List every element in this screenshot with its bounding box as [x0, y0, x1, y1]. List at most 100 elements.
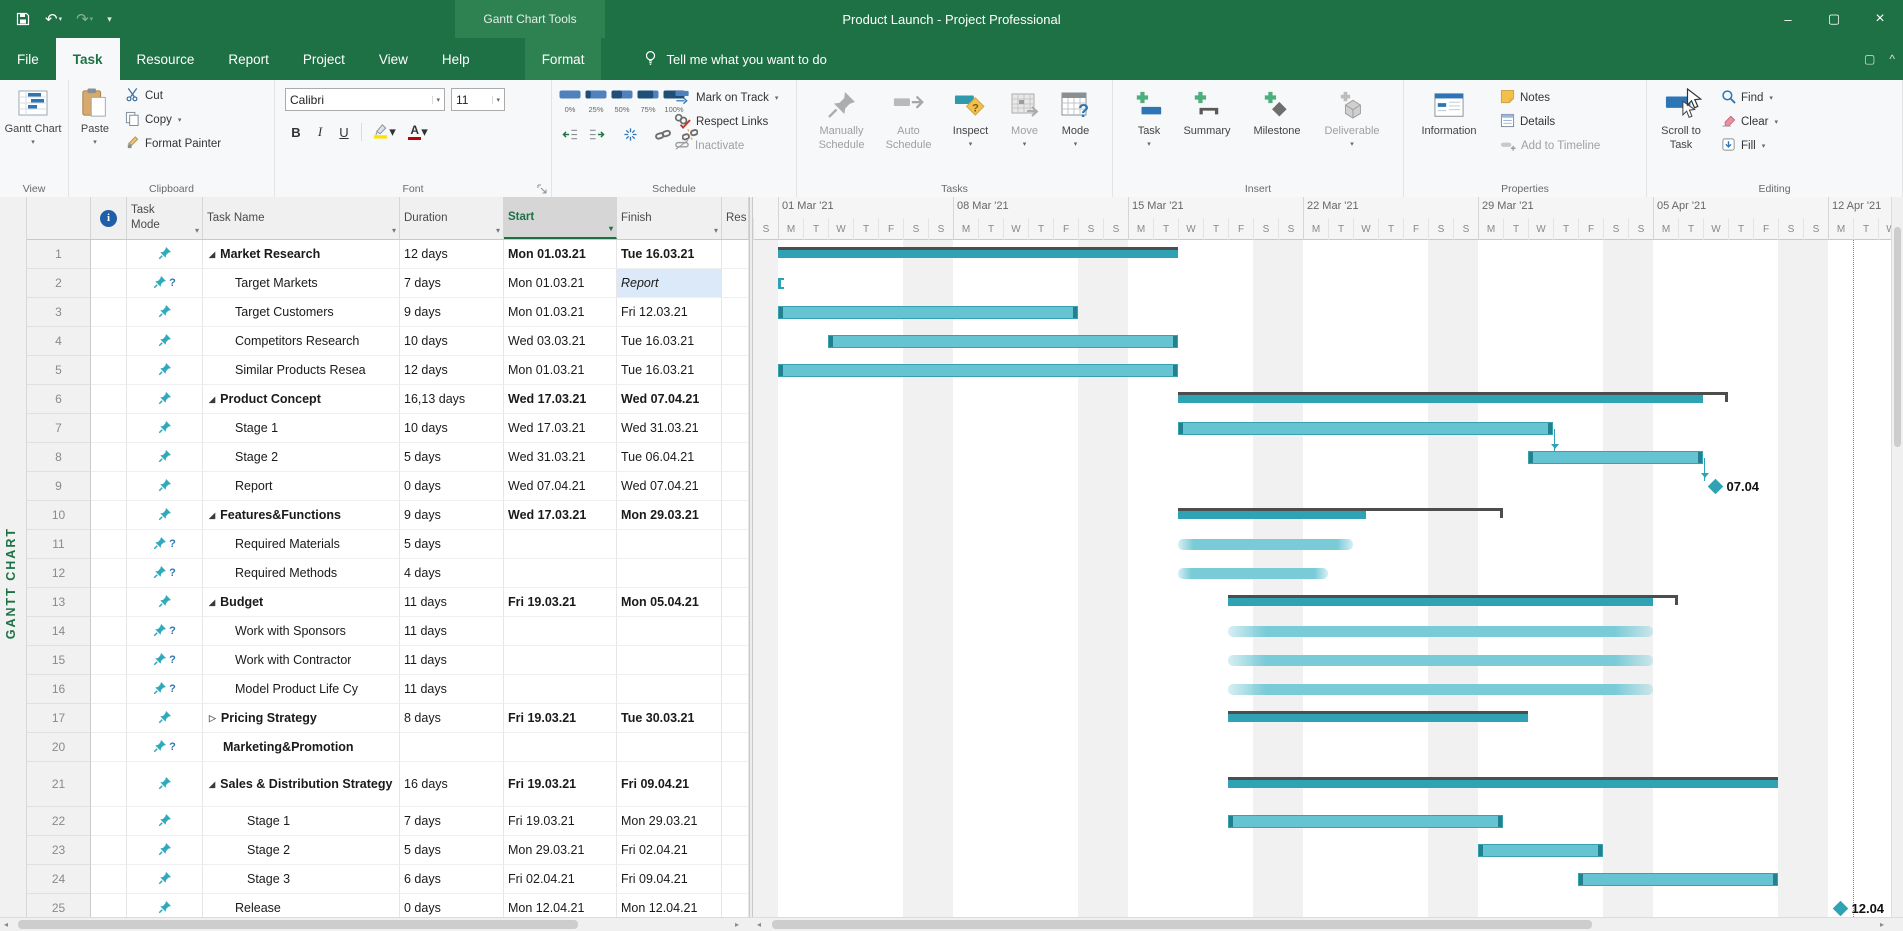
task-row-1[interactable]: 1◢Market Research12 daysMon 01.03.21Tue …: [27, 240, 749, 269]
scrollbar-thumb[interactable]: [772, 920, 1592, 929]
tell-me-box[interactable]: Tell me what you want to do: [643, 38, 826, 80]
tab-project[interactable]: Project: [286, 38, 362, 80]
day-header-cell[interactable]: F: [1053, 218, 1078, 240]
day-header-cell[interactable]: T: [1678, 218, 1703, 240]
cell-num[interactable]: 17: [27, 704, 91, 733]
ribbon-display-icon[interactable]: ▢: [1864, 52, 1875, 66]
cell-start[interactable]: Fri 19.03.21: [504, 762, 617, 807]
scroll-arrow-icon[interactable]: ▸: [735, 918, 739, 931]
cell-finish[interactable]: Mon 05.04.21: [617, 588, 722, 617]
tab-view[interactable]: View: [362, 38, 425, 80]
cell-mode[interactable]: [127, 865, 203, 894]
gantt-milestone-25[interactable]: [1833, 901, 1849, 917]
tab-help[interactable]: Help: [425, 38, 487, 80]
cell-finish[interactable]: [617, 675, 722, 704]
cell-info[interactable]: [91, 472, 127, 501]
cell-duration[interactable]: 16,13 days: [400, 385, 504, 414]
mode-button[interactable]: ?Mode▾: [1051, 84, 1101, 153]
cell-name[interactable]: Stage 2: [203, 443, 400, 472]
timeline-header[interactable]: SMTWTFSSMTWTFSSMTWTFSSMTWTFSSMTWTFSSMTWT…: [753, 197, 1903, 240]
gantt-bar-task-23[interactable]: [1478, 844, 1603, 857]
cell-mode[interactable]: [127, 240, 203, 269]
progress-0-button[interactable]: 0%: [558, 86, 582, 114]
cell-num[interactable]: 8: [27, 443, 91, 472]
column-header-finish[interactable]: Finish▾: [617, 197, 722, 239]
cell-name[interactable]: Target Customers: [203, 298, 400, 327]
cell-duration[interactable]: 0 days: [400, 472, 504, 501]
cell-duration[interactable]: 10 days: [400, 414, 504, 443]
task-row-3[interactable]: 3Target Customers9 daysMon 01.03.21Fri 1…: [27, 298, 749, 327]
cell-num[interactable]: 11: [27, 530, 91, 559]
cell-info[interactable]: [91, 559, 127, 588]
cell-mode[interactable]: [127, 836, 203, 865]
save-button[interactable]: [10, 9, 36, 29]
cell-info[interactable]: [91, 414, 127, 443]
tab-resource[interactable]: Resource: [120, 38, 212, 80]
cell-name[interactable]: ▷Pricing Strategy: [203, 704, 400, 733]
task-row-17[interactable]: 17▷Pricing Strategy8 daysFri 19.03.21Tue…: [27, 704, 749, 733]
cell-name[interactable]: Stage 1: [203, 414, 400, 443]
cell-duration[interactable]: 6 days: [400, 865, 504, 894]
cell-finish[interactable]: Fri 12.03.21: [617, 298, 722, 327]
cell-info[interactable]: [91, 385, 127, 414]
task-row-14[interactable]: 14?Work with Sponsors11 days: [27, 617, 749, 646]
cell-finish[interactable]: Tue 16.03.21: [617, 356, 722, 385]
cell-name[interactable]: ◢Features&Functions: [203, 501, 400, 530]
cell-finish[interactable]: [617, 646, 722, 675]
cell-name[interactable]: Target Markets: [203, 269, 400, 298]
cell-duration[interactable]: 11 days: [400, 646, 504, 675]
week-label[interactable]: 15 Mar '21: [1132, 200, 1184, 212]
collapse-ribbon-icon[interactable]: ^: [1889, 52, 1895, 66]
gantt-bar-unscheduled-16[interactable]: [1228, 684, 1653, 695]
cell-num[interactable]: 6: [27, 385, 91, 414]
day-header-cell[interactable]: T: [1728, 218, 1753, 240]
format-painter-button[interactable]: Format Painter: [121, 132, 225, 156]
cell-info[interactable]: [91, 762, 127, 807]
task-row-7[interactable]: 7Stage 110 daysWed 17.03.21Wed 31.03.21: [27, 414, 749, 443]
cell-mode[interactable]: [127, 704, 203, 733]
highlight-color-button[interactable]: ▾: [368, 121, 400, 143]
cell-duration[interactable]: 8 days: [400, 704, 504, 733]
cell-res[interactable]: [722, 559, 749, 588]
day-header-cell[interactable]: M: [1828, 218, 1853, 240]
summary-button[interactable]: Summary: [1174, 84, 1240, 148]
cell-num[interactable]: 16: [27, 675, 91, 704]
column-header-start[interactable]: Start▾: [504, 197, 617, 239]
day-header-cell[interactable]: T: [1028, 218, 1053, 240]
day-header-cell[interactable]: S: [1103, 218, 1128, 240]
notes-button[interactable]: Notes: [1496, 86, 1604, 110]
week-label[interactable]: 22 Mar '21: [1307, 200, 1359, 212]
cell-finish[interactable]: Tue 16.03.21: [617, 327, 722, 356]
cell-res[interactable]: [722, 807, 749, 836]
cell-finish[interactable]: Mon 29.03.21: [617, 807, 722, 836]
day-header-cell[interactable]: T: [803, 218, 828, 240]
cell-finish[interactable]: Fri 02.04.21: [617, 836, 722, 865]
cell-duration[interactable]: 9 days: [400, 501, 504, 530]
week-label[interactable]: 05 Apr '21: [1657, 200, 1706, 212]
expand-triangle-icon[interactable]: ◢: [209, 395, 215, 404]
cell-info[interactable]: [91, 588, 127, 617]
cell-start[interactable]: Wed 17.03.21: [504, 385, 617, 414]
cell-finish[interactable]: Tue 06.04.21: [617, 443, 722, 472]
cell-name[interactable]: Competitors Research: [203, 327, 400, 356]
cell-start[interactable]: [504, 530, 617, 559]
day-header-cell[interactable]: S: [1803, 218, 1828, 240]
day-header-cell[interactable]: M: [1303, 218, 1328, 240]
cell-res[interactable]: [722, 240, 749, 269]
cell-duration[interactable]: 9 days: [400, 298, 504, 327]
cell-mode[interactable]: ?: [127, 530, 203, 559]
scroll-arrow-icon[interactable]: ▸: [1880, 918, 1884, 931]
gantt-bar-unscheduled-11[interactable]: [1178, 539, 1353, 550]
manually-schedule-button[interactable]: Manually Schedule: [809, 84, 875, 153]
deliverable-button[interactable]: Deliverable▾: [1314, 84, 1390, 148]
task-button[interactable]: Task▾: [1126, 84, 1172, 148]
cell-duration[interactable]: 12 days: [400, 356, 504, 385]
cell-start[interactable]: Fri 19.03.21: [504, 704, 617, 733]
cell-info[interactable]: [91, 327, 127, 356]
undo-button[interactable]: ↶▾: [40, 8, 67, 30]
cell-res[interactable]: [722, 269, 749, 298]
cell-res[interactable]: [722, 733, 749, 762]
cell-name[interactable]: Work with Sponsors: [203, 617, 400, 646]
task-row-23[interactable]: 23Stage 25 daysMon 29.03.21Fri 02.04.21: [27, 836, 749, 865]
cell-num[interactable]: 12: [27, 559, 91, 588]
